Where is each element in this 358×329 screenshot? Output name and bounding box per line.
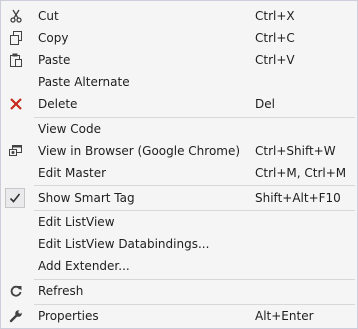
- menu-item-edit-listview[interactable]: Edit ListView: [1, 211, 357, 233]
- menu-item-view-code[interactable]: View Code: [1, 118, 357, 140]
- menu-item-label: Delete: [38, 97, 78, 111]
- scissors-icon: [7, 7, 25, 25]
- menu-item-shortcut: Ctrl+Shift+W: [255, 144, 336, 158]
- menu-item-shortcut: Ctrl+X: [255, 9, 295, 23]
- menu-item-label: Cut: [38, 9, 59, 23]
- menu-separator: [34, 185, 355, 186]
- menu-item-label: Show Smart Tag: [38, 191, 135, 205]
- menu-item-label: Add Extender...: [38, 259, 130, 273]
- menu-item-label: Edit ListView: [38, 215, 115, 229]
- menu-item-label: Properties: [38, 309, 99, 323]
- menu-item-shortcut: Shift+Alt+F10: [255, 191, 341, 205]
- browser-icon: [7, 142, 25, 160]
- menu-item-label: View in Browser (Google Chrome): [38, 144, 241, 158]
- menu-item-label: Refresh: [38, 284, 84, 298]
- menu-item-properties[interactable]: Properties Alt+Enter: [1, 305, 357, 327]
- menu-item-paste-alternate[interactable]: Paste Alternate: [1, 71, 357, 93]
- menu-item-add-extender[interactable]: Add Extender...: [1, 255, 357, 277]
- menu-item-label: Edit Master: [38, 166, 107, 180]
- menu-item-show-smart-tag[interactable]: Show Smart Tag Shift+Alt+F10: [1, 187, 357, 209]
- menu-item-shortcut: Ctrl+V: [255, 53, 295, 67]
- menu-item-label: Edit ListView Databindings...: [38, 237, 210, 251]
- menu-item-shortcut: Alt+Enter: [255, 309, 314, 323]
- menu-item-label: Paste Alternate: [38, 75, 130, 89]
- menu-item-edit-master[interactable]: Edit Master Ctrl+M, Ctrl+M: [1, 162, 357, 184]
- menu-item-shortcut: Ctrl+C: [255, 31, 295, 45]
- menu-item-view-in-browser[interactable]: View in Browser (Google Chrome) Ctrl+Shi…: [1, 140, 357, 162]
- menu-item-edit-listview-databindings[interactable]: Edit ListView Databindings...: [1, 233, 357, 255]
- menu-item-label: View Code: [38, 122, 102, 136]
- copy-icon: [7, 29, 25, 47]
- menu-item-label: Paste: [38, 53, 71, 67]
- menu-item-shortcut: Del: [255, 97, 275, 111]
- menu-item-paste[interactable]: Paste Ctrl+V: [1, 49, 357, 71]
- checkmark-icon: [5, 188, 25, 208]
- menu-item-refresh[interactable]: Refresh: [1, 280, 357, 302]
- menu-item-copy[interactable]: Copy Ctrl+C: [1, 27, 357, 49]
- menu-item-label: Copy: [38, 31, 69, 45]
- wrench-icon: [7, 307, 25, 325]
- refresh-icon: [7, 282, 25, 300]
- context-menu: Cut Ctrl+X Copy Ctrl+C Paste Ctrl+V Past…: [0, 0, 358, 329]
- delete-x-icon: [7, 95, 25, 113]
- paste-icon: [7, 51, 25, 69]
- menu-item-delete[interactable]: Delete Del: [1, 93, 357, 115]
- menu-item-shortcut: Ctrl+M, Ctrl+M: [255, 166, 347, 180]
- menu-item-cut[interactable]: Cut Ctrl+X: [1, 5, 357, 27]
